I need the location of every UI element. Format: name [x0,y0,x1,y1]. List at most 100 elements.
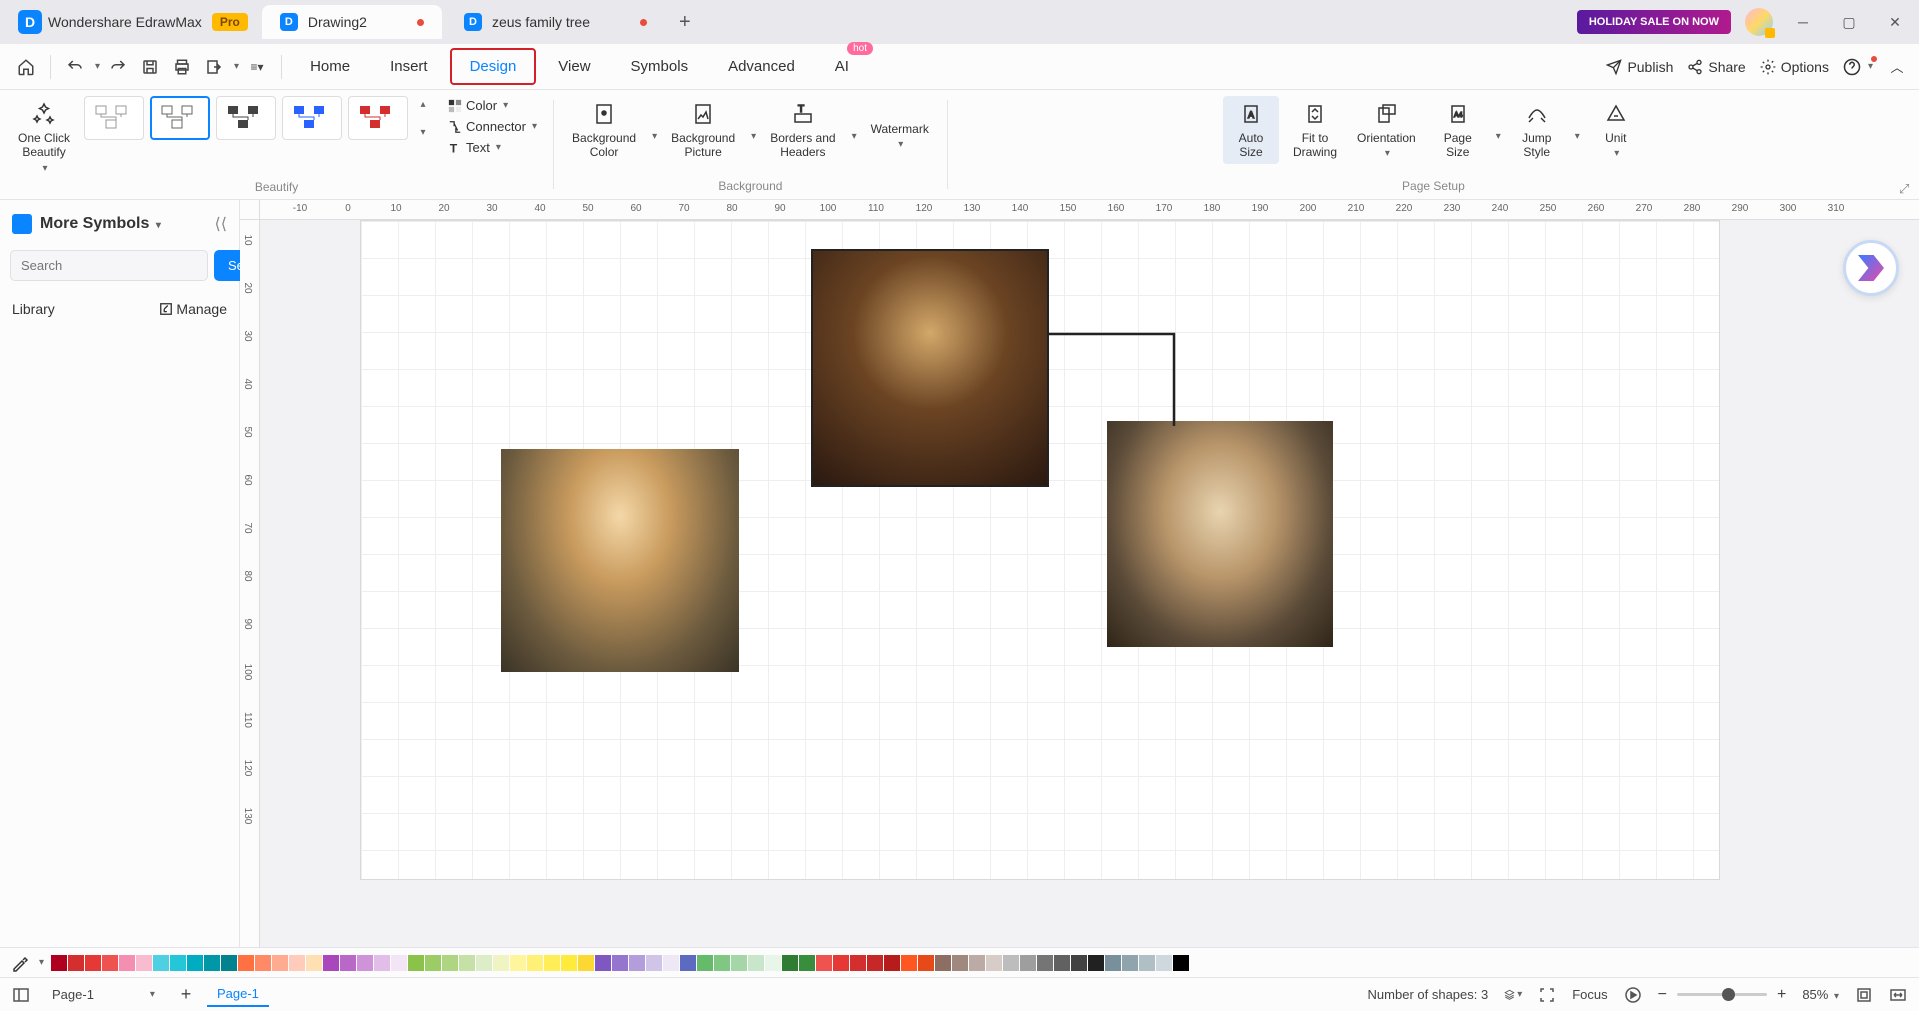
color-swatch[interactable] [357,955,373,971]
save-button[interactable] [136,53,164,81]
color-swatch[interactable] [782,955,798,971]
bg-color-dropdown[interactable]: ▾ [652,131,657,142]
borders-dropdown[interactable]: ▾ [852,131,857,142]
publish-button[interactable]: Publish [1606,59,1673,75]
tab-drawing2[interactable]: D Drawing2 [262,5,442,39]
help-button[interactable]: ▾ [1843,58,1873,76]
color-swatch[interactable] [952,955,968,971]
user-avatar[interactable] [1745,8,1773,36]
one-click-beautify-button[interactable]: One Click Beautify ▾ [12,96,76,178]
color-swatch[interactable] [204,955,220,971]
canvas-image-goddess-right[interactable] [1107,421,1333,647]
color-swatch[interactable] [833,955,849,971]
color-swatch[interactable] [1037,955,1053,971]
color-dropdown[interactable]: Color▾ [444,96,541,115]
color-swatch[interactable] [374,955,390,971]
color-swatch[interactable] [1071,955,1087,971]
canvas[interactable]: -100102030405060708090100110120130140150… [240,200,1919,947]
menu-ai[interactable]: AI hot [817,50,867,83]
color-swatch[interactable] [238,955,254,971]
color-swatch[interactable] [170,955,186,971]
export-dropdown[interactable]: ▾ [234,61,239,72]
color-swatch[interactable] [1173,955,1189,971]
menu-home[interactable]: Home [292,50,368,83]
color-swatch[interactable] [68,955,84,971]
more-quick-access[interactable]: ≡▾ [243,53,271,81]
sale-badge[interactable]: HOLIDAY SALE ON NOW [1577,10,1731,34]
color-swatch[interactable] [595,955,611,971]
menu-design[interactable]: Design [450,48,537,85]
color-swatch[interactable] [102,955,118,971]
manage-link[interactable]: Manage [159,301,227,317]
color-swatch[interactable] [459,955,475,971]
theme-scroll-up[interactable]: ▴ [416,97,430,111]
color-swatch[interactable] [731,955,747,971]
undo-button[interactable] [61,53,89,81]
menu-view[interactable]: View [540,50,608,83]
fit-to-drawing-button[interactable]: Fit to Drawing [1287,96,1343,164]
page-tab-1[interactable]: Page-1 [207,982,269,1007]
collapse-ribbon-button[interactable]: ︿ [1887,57,1907,77]
color-swatch[interactable] [901,955,917,971]
undo-dropdown[interactable]: ▾ [95,61,100,72]
color-swatch[interactable] [1139,955,1155,971]
background-picture-button[interactable]: Background Picture [665,96,741,164]
print-button[interactable] [168,53,196,81]
color-swatch[interactable] [646,955,662,971]
color-swatch[interactable] [1088,955,1104,971]
redo-button[interactable] [104,53,132,81]
color-swatch[interactable] [255,955,271,971]
panel-toggle-icon[interactable] [12,986,30,1004]
watermark-button[interactable]: Watermark ▾ [865,96,935,154]
canvas-image-goddess-left[interactable] [501,449,739,672]
color-swatch[interactable] [1156,955,1172,971]
color-swatch[interactable] [119,955,135,971]
color-swatch[interactable] [680,955,696,971]
borders-headers-button[interactable]: T Borders and Headers [764,96,841,164]
color-swatch[interactable] [187,955,203,971]
theme-swatch-1[interactable] [84,96,144,140]
sidebar-collapse-button[interactable]: ⟨⟨ [215,214,227,234]
home-icon[interactable] [12,53,40,81]
add-page-button[interactable]: + [177,986,195,1004]
color-swatch[interactable] [476,955,492,971]
jump-style-button[interactable]: Jump Style [1509,96,1565,164]
eyedropper-icon[interactable] [10,953,30,973]
color-swatch[interactable] [289,955,305,971]
theme-swatch-4[interactable] [282,96,342,140]
menu-symbols[interactable]: Symbols [613,50,707,83]
fit-page-icon[interactable] [1855,986,1873,1004]
color-swatch[interactable] [340,955,356,971]
presentation-icon[interactable] [1624,986,1642,1004]
color-swatch[interactable] [442,955,458,971]
theme-swatch-5[interactable] [348,96,408,140]
text-dropdown[interactable]: TText▾ [444,138,541,157]
color-swatch[interactable] [408,955,424,971]
color-swatch[interactable] [663,955,679,971]
background-color-button[interactable]: Background Color [566,96,642,164]
color-swatch[interactable] [493,955,509,971]
menu-insert[interactable]: Insert [372,50,446,83]
color-swatch[interactable] [714,955,730,971]
maximize-button[interactable]: ▢ [1833,6,1865,38]
options-button[interactable]: Options [1760,59,1829,75]
color-swatch[interactable] [323,955,339,971]
color-swatch[interactable] [561,955,577,971]
jump-style-dropdown[interactable]: ▾ [1575,131,1580,142]
color-swatch[interactable] [510,955,526,971]
drawing-page[interactable] [360,220,1720,880]
color-swatch[interactable] [272,955,288,971]
page-size-button[interactable]: A4 Page Size [1430,96,1486,164]
theme-scroll-down[interactable]: ▾ [416,125,430,139]
color-swatch[interactable] [935,955,951,971]
color-swatch[interactable] [153,955,169,971]
color-swatch[interactable] [986,955,1002,971]
search-input[interactable] [10,250,208,281]
color-swatch[interactable] [425,955,441,971]
canvas-image-zeus[interactable] [811,249,1049,487]
color-swatch[interactable] [1105,955,1121,971]
page-size-dropdown[interactable]: ▾ [1496,131,1501,142]
color-swatch[interactable] [697,955,713,971]
color-swatch[interactable] [629,955,645,971]
color-swatch[interactable] [391,955,407,971]
